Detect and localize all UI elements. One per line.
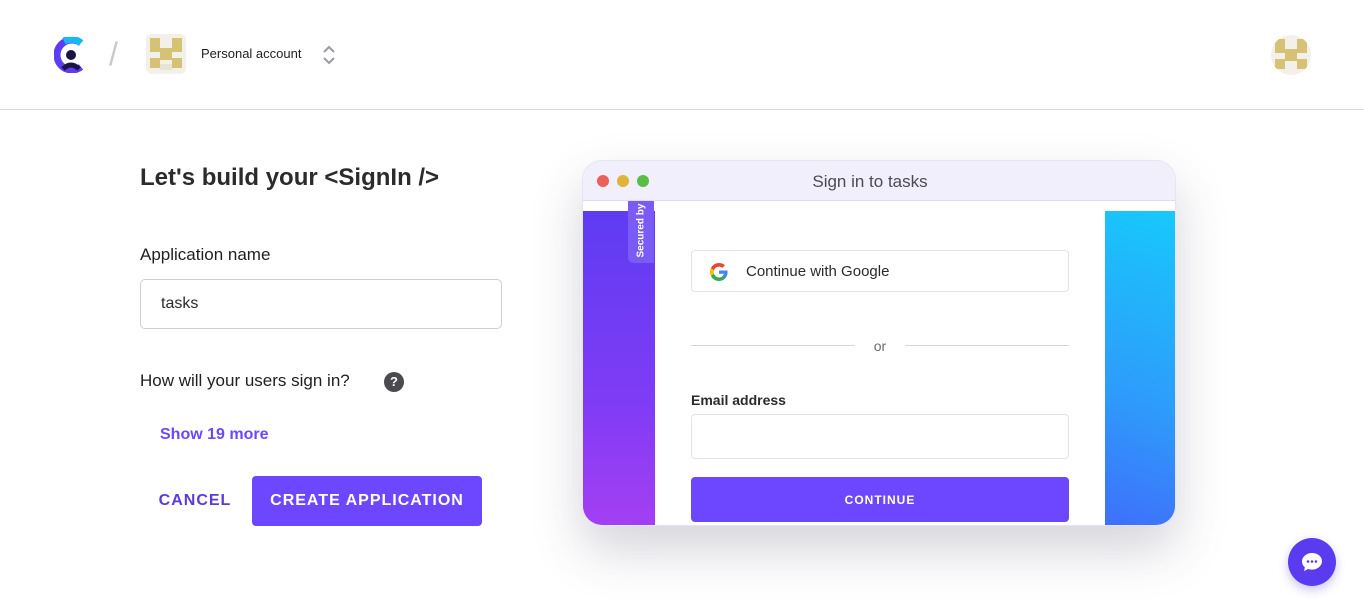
account-avatar[interactable] [146, 34, 186, 74]
chat-icon [1302, 553, 1322, 571]
show-more-link[interactable]: Show 19 more [160, 426, 268, 444]
help-icon[interactable]: ? [384, 372, 404, 392]
clerk-logo-icon[interactable] [54, 37, 88, 73]
secured-by-badge: Secured by [628, 201, 654, 263]
cancel-button[interactable]: CANCEL [140, 476, 250, 526]
window-title: Sign in to tasks [812, 172, 928, 191]
window-titlebar: Sign in to tasks [583, 161, 1175, 201]
google-button-label: Continue with Google [746, 263, 890, 280]
divider-text: or [873, 338, 887, 354]
chat-launcher-button[interactable] [1288, 538, 1336, 586]
top-header: / Personal account [0, 0, 1364, 110]
chevron-updown-icon[interactable] [321, 43, 337, 67]
user-avatar[interactable] [1271, 35, 1311, 75]
email-label: Email address [691, 392, 786, 408]
breadcrumb-separator: / [109, 36, 118, 72]
account-name[interactable]: Personal account [201, 46, 301, 61]
page-title: Let's build your <SignIn /> [140, 164, 440, 191]
create-application-button[interactable]: CREATE APPLICATION [252, 476, 482, 526]
signin-preview-window: Sign in to tasks Continue with Google or… [582, 160, 1176, 526]
signin-card: Continue with Google or Email address CO… [655, 201, 1105, 525]
secured-by-text: Secured by [635, 203, 647, 258]
app-name-input[interactable] [140, 279, 502, 329]
divider-line [691, 345, 855, 346]
google-icon [710, 263, 728, 281]
continue-with-google-button[interactable]: Continue with Google [691, 250, 1069, 292]
app-name-label: Application name [140, 245, 271, 264]
continue-button[interactable]: CONTINUE [691, 477, 1069, 522]
right-gradient-panel [1105, 211, 1175, 525]
divider-line [905, 345, 1069, 346]
email-field[interactable] [691, 414, 1069, 459]
signin-methods-label: How will your users sign in? [140, 371, 350, 390]
